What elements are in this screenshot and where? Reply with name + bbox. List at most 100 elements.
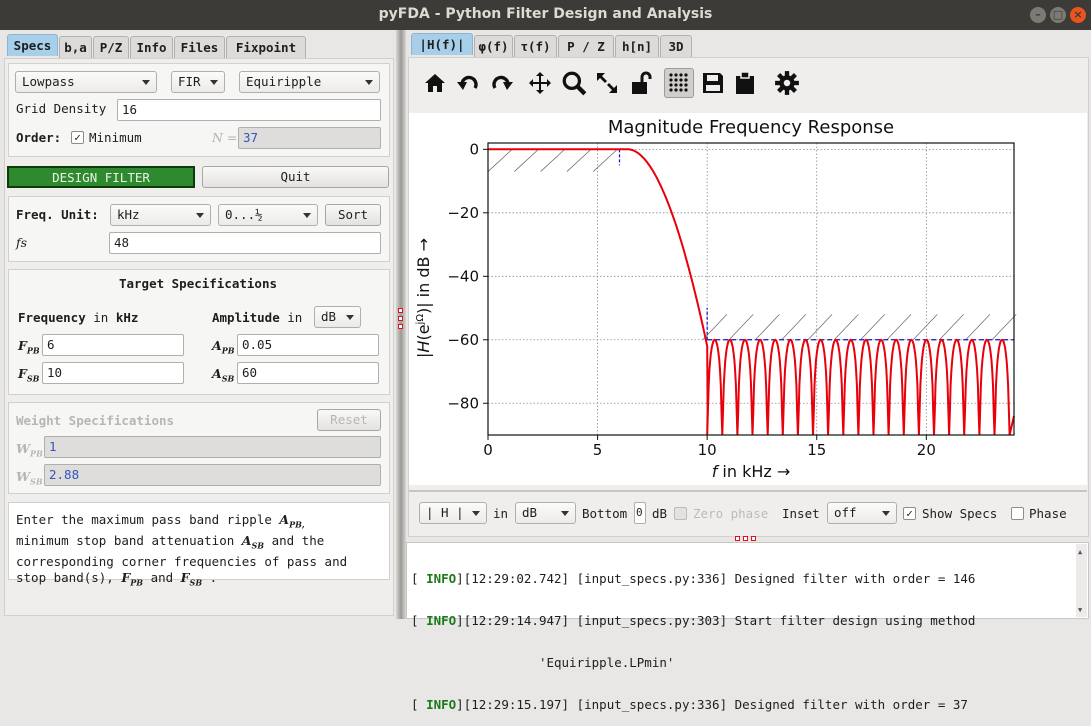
tab-ba[interactable]: b,a xyxy=(59,36,92,58)
design-method-value: Equiripple xyxy=(246,74,322,89)
frequency-label: Frequency xyxy=(18,310,86,325)
tab-pz[interactable]: P/Z xyxy=(93,36,129,58)
splitter-handle[interactable] xyxy=(398,308,403,313)
fpb-input[interactable]: 6 xyxy=(42,334,184,356)
apb-input[interactable]: 0.05 xyxy=(237,334,379,356)
show-specs-checkbox[interactable]: ✓ xyxy=(903,507,916,520)
y-tick-label: −60 xyxy=(447,331,479,349)
weight-specs-title: Weight Specifications xyxy=(16,413,175,428)
asb-sub: SB xyxy=(221,373,235,384)
fsb-label: FSB xyxy=(18,366,39,384)
chevron-down-icon xyxy=(303,213,311,218)
chevron-down-icon xyxy=(472,511,480,516)
help-line: corresponding corner frequencies of pass… xyxy=(16,554,348,569)
splitter-handle[interactable] xyxy=(398,324,403,329)
sort-button[interactable]: Sort xyxy=(325,204,381,226)
gear-icon[interactable] xyxy=(772,68,802,98)
filter-type-select[interactable]: FIR xyxy=(171,71,225,93)
amplitude-unit-select[interactable]: dB xyxy=(314,306,361,328)
tab-files[interactable]: Files xyxy=(174,36,225,58)
tab-3d[interactable]: 3D xyxy=(660,35,692,57)
apb-letter: A xyxy=(212,338,222,353)
splitter-handle[interactable] xyxy=(743,536,748,541)
minimize-button[interactable]: – xyxy=(1030,7,1046,23)
fpb-sub: PB xyxy=(26,345,40,356)
apb-sub: PB xyxy=(221,345,235,356)
grid-density-input[interactable]: 16 xyxy=(117,99,381,121)
save-icon[interactable] xyxy=(698,68,728,98)
clipboard-icon[interactable] xyxy=(730,68,760,98)
chevron-down-icon xyxy=(882,511,890,516)
amplitude-label: Amplitude xyxy=(212,310,280,325)
reset-button[interactable]: Reset xyxy=(317,409,381,431)
splitter-handle[interactable] xyxy=(751,536,756,541)
asb-input[interactable]: 60 xyxy=(237,362,379,384)
design-method-select[interactable]: Equiripple xyxy=(239,71,380,93)
design-filter-button[interactable]: DESIGN FILTER xyxy=(7,166,195,188)
log-tag: INFO xyxy=(426,697,457,712)
fsb-input[interactable]: 10 xyxy=(42,362,184,384)
chevron-down-icon xyxy=(365,80,373,85)
chevron-down-icon xyxy=(561,511,569,516)
tab-magnitude[interactable]: |H(f)| xyxy=(411,33,473,55)
freq-range-select[interactable]: 0...½ xyxy=(218,204,318,226)
tab-group-delay[interactable]: τ(f) xyxy=(514,35,557,57)
quit-button[interactable]: Quit xyxy=(202,166,389,188)
splitter-handle[interactable] xyxy=(735,536,740,541)
scroll-up-icon[interactable]: ▲ xyxy=(1078,548,1082,556)
tab-specs[interactable]: Specs xyxy=(7,34,58,56)
tab-phase[interactable]: φ(f) xyxy=(474,35,513,57)
tab-impulse[interactable]: h[n] xyxy=(615,35,659,57)
wsb-label: WSB xyxy=(16,469,43,487)
log-tag: INFO xyxy=(426,571,457,586)
response-type-select[interactable]: Lowpass xyxy=(15,71,157,93)
splitter-handle[interactable] xyxy=(398,316,403,321)
magnitude-chart[interactable]: Magnitude Frequency Response 0 5 10 15 20 0 −2… xyxy=(409,113,1087,485)
help-text: Enter the maximum pass band ripple APB, … xyxy=(16,512,347,591)
in-label: in xyxy=(287,310,303,325)
phase-checkbox[interactable] xyxy=(1011,507,1024,520)
wpb-sub: PB xyxy=(30,448,43,459)
fs-label: fs xyxy=(16,235,28,250)
unit-select[interactable]: dB xyxy=(515,502,576,524)
help-line: stop band(s), xyxy=(16,569,114,585)
fs-input[interactable]: 48 xyxy=(109,232,381,254)
maximize-button[interactable]: □ xyxy=(1050,7,1066,23)
tab-fixpoint[interactable]: Fixpoint xyxy=(226,36,306,58)
target-specs-title: Target Specifications xyxy=(118,276,278,291)
x-tick-label: 10 xyxy=(698,441,717,459)
log-scrollbar[interactable]: ▲ ▼ xyxy=(1076,544,1087,617)
home-icon[interactable] xyxy=(420,68,450,98)
x-tick-label: 5 xyxy=(593,441,603,459)
freq-range-value: 0...½ xyxy=(225,207,263,222)
minimum-order-checkbox[interactable]: ✓ xyxy=(71,131,84,144)
lock-icon[interactable] xyxy=(626,68,656,98)
zoom-icon[interactable] xyxy=(559,68,589,98)
bottom-input[interactable]: 0 xyxy=(634,502,646,524)
log-tag: INFO xyxy=(426,613,457,628)
freq-unit-value: kHz xyxy=(117,207,140,222)
redo-icon[interactable] xyxy=(487,68,517,98)
pan-icon[interactable] xyxy=(525,68,555,98)
tab-pole-zero[interactable]: P / Z xyxy=(558,35,614,57)
wpb-label: WPB xyxy=(16,441,43,459)
grid-icon[interactable] xyxy=(664,68,694,98)
fullscreen-icon[interactable] xyxy=(592,68,622,98)
in-label: in xyxy=(493,506,509,521)
help-line: and xyxy=(150,569,174,585)
grid-density-label: Grid Density xyxy=(16,101,107,116)
inset-select[interactable]: off xyxy=(827,502,897,524)
scroll-down-icon[interactable]: ▼ xyxy=(1078,606,1082,614)
zero-phase-label: Zero phase xyxy=(693,506,769,521)
order-input: 37 xyxy=(238,127,381,149)
tab-info[interactable]: Info xyxy=(130,36,173,58)
response-select[interactable]: | H | xyxy=(419,502,487,524)
freq-unit-select[interactable]: kHz xyxy=(110,204,211,226)
asb-label: ASB xyxy=(212,366,234,384)
x-tick-label: 20 xyxy=(917,441,936,459)
close-button[interactable]: × xyxy=(1070,7,1086,23)
bottom-label: Bottom xyxy=(582,506,628,521)
undo-icon[interactable] xyxy=(453,68,483,98)
chart-background xyxy=(409,113,1087,485)
log-lines: [ INFO][12:29:02.742] [input_specs.py:33… xyxy=(411,544,975,726)
